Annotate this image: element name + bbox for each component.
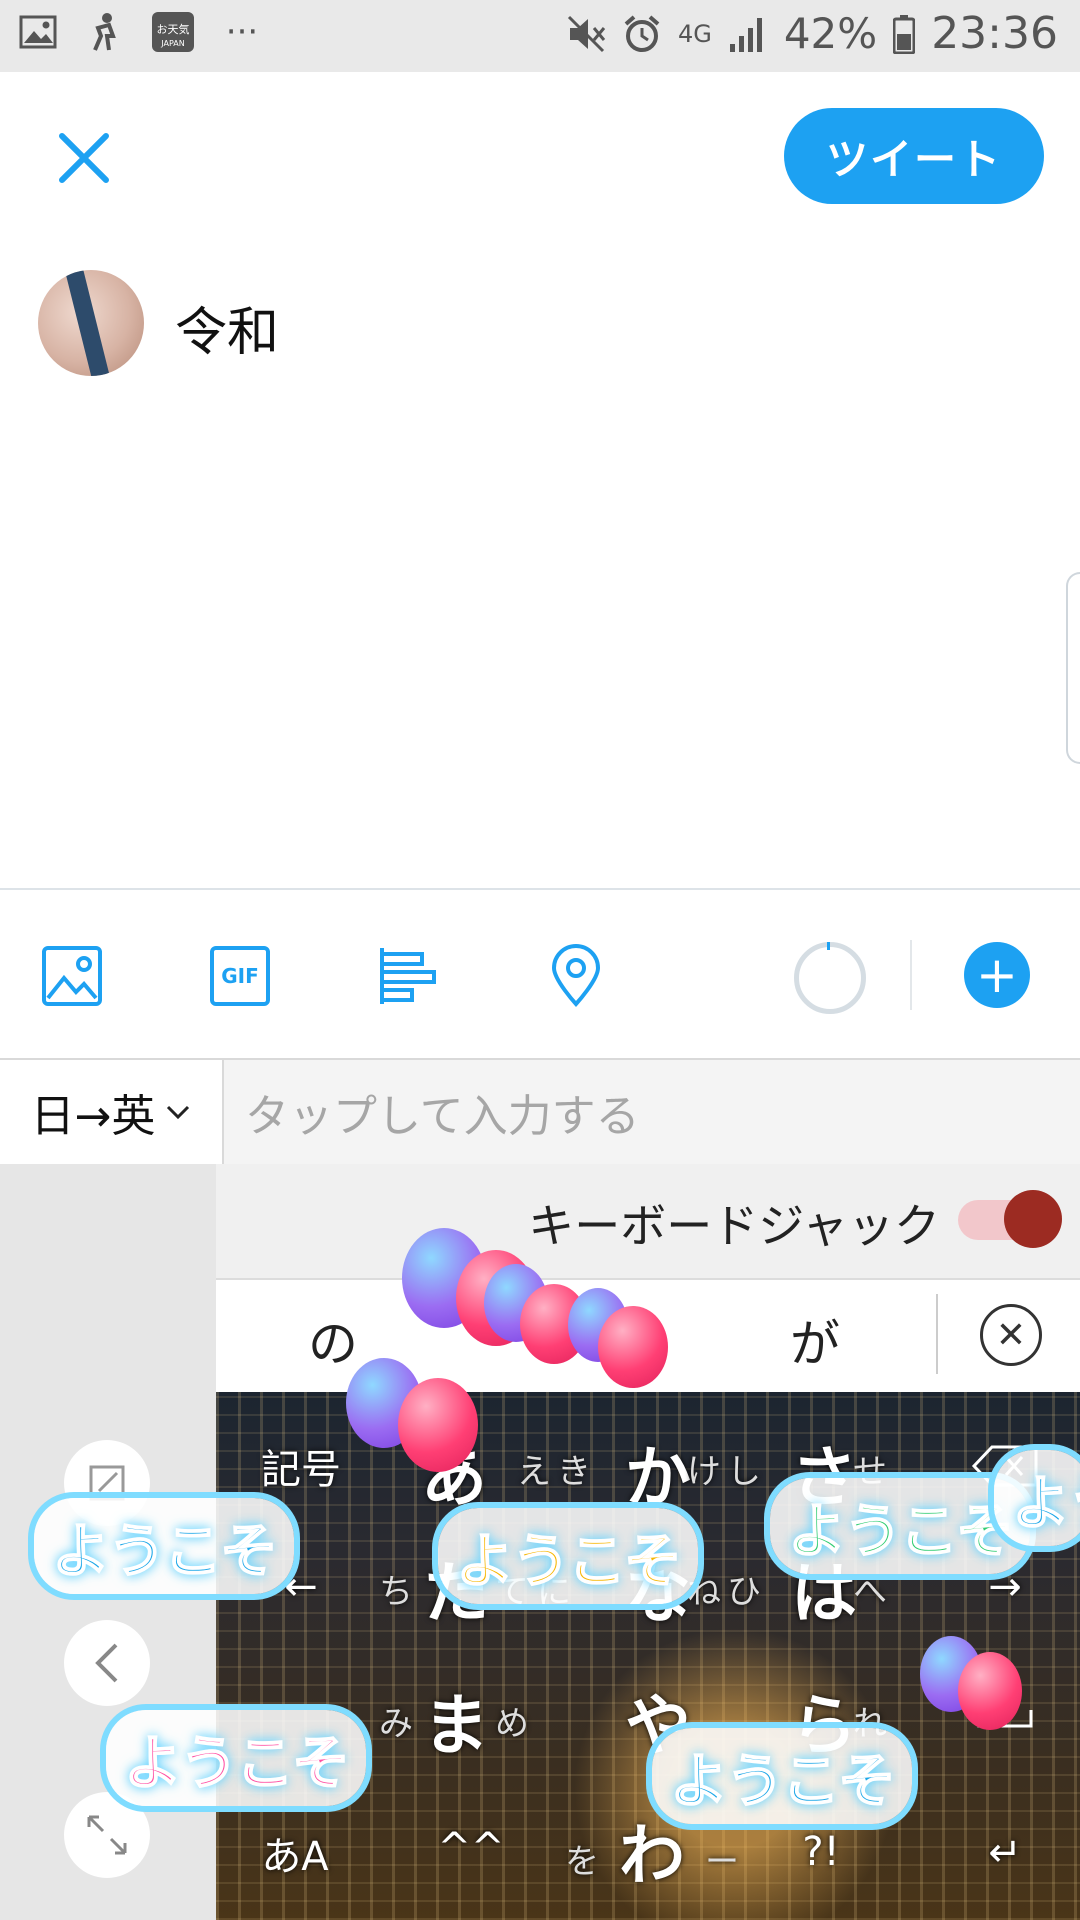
translation-input[interactable]: タップして入力する — [245, 1060, 640, 1164]
character-counter — [794, 942, 866, 1014]
key-label-mi: み — [379, 1703, 413, 1744]
toolbar-separator — [910, 940, 912, 1010]
language-label: 日→英 — [30, 1091, 156, 1142]
back-button[interactable] — [64, 1620, 150, 1706]
key-label-chi: ち — [379, 1571, 413, 1612]
image-icon — [42, 946, 102, 1006]
key-label-hi: ひ — [727, 1571, 761, 1612]
balloon-decoration — [958, 1652, 1022, 1730]
weather-japan-icon: お天気 JAPAN — [150, 12, 196, 52]
add-thread-button[interactable]: + — [964, 942, 1030, 1008]
svg-text:お天気: お天気 — [157, 22, 190, 36]
location-icon — [551, 944, 601, 1007]
gif-button[interactable]: GIF — [208, 944, 272, 1008]
edit-icon — [89, 1465, 125, 1501]
language-select[interactable]: 日→英 — [0, 1060, 224, 1164]
chevron-down-icon — [167, 1105, 190, 1120]
suggestion-separator — [936, 1294, 938, 1374]
status-bar: お天気 JAPAN ··· 4G 42% 23:36 — [0, 0, 1080, 72]
walking-icon — [84, 12, 124, 52]
suggestion-1[interactable]: の — [308, 1304, 358, 1376]
key-label-shi: し — [727, 1451, 761, 1492]
toggle-knob[interactable] — [1004, 1190, 1062, 1248]
enter-key[interactable]: ↵ — [960, 1818, 1050, 1888]
key-label-ki: き — [557, 1451, 591, 1492]
toolbar-divider — [0, 888, 1080, 890]
key-label-ke: け — [687, 1451, 721, 1492]
side-panel-handle[interactable] — [1066, 572, 1080, 764]
suggestion-2[interactable]: が — [790, 1304, 840, 1376]
key-dakuten[interactable]: ^^ — [426, 1818, 516, 1878]
alarm-icon — [624, 14, 660, 52]
welcome-sticker: ようこそ — [438, 1508, 699, 1604]
mute-icon — [567, 15, 606, 52]
keyboard-jack-bar: キーボードジャック — [216, 1164, 1080, 1280]
key-ma[interactable]: ま — [416, 1670, 496, 1770]
key-label-me: め — [495, 1703, 529, 1744]
poll-button[interactable] — [376, 944, 440, 1008]
welcome-sticker: ようこそ — [34, 1498, 295, 1594]
tweet-button[interactable]: ツイート — [784, 108, 1044, 204]
balloon-decoration — [398, 1378, 478, 1472]
battery-icon — [893, 14, 916, 54]
gallery-icon — [18, 12, 58, 52]
close-circle-icon: ✕ — [995, 1314, 1027, 1356]
location-button[interactable] — [544, 944, 608, 1008]
translation-bar: 日→英 タップして入力する — [0, 1058, 1080, 1166]
network-type: 4G — [677, 19, 712, 48]
poll-icon — [380, 948, 436, 1004]
keyboard-jack-label: キーボードジャック — [528, 1199, 940, 1253]
close-button[interactable] — [54, 128, 114, 188]
welcome-sticker: ようこそ — [770, 1478, 1031, 1574]
status-right: 4G 42% 23:36 — [566, 8, 1058, 59]
balloon-decoration — [598, 1306, 668, 1388]
key-label-he: へ — [853, 1571, 887, 1612]
key-punct[interactable]: ?! — [776, 1812, 866, 1892]
key-label-wo: を — [565, 1841, 599, 1882]
clear-suggestions-button[interactable]: ✕ — [980, 1304, 1042, 1366]
key-mode[interactable]: あA — [240, 1818, 350, 1888]
compose-text-area[interactable]: 令和 — [175, 290, 279, 365]
clock: 23:36 — [931, 8, 1058, 59]
close-icon — [59, 133, 109, 183]
battery-percent: 42% — [783, 9, 878, 58]
plus-icon: + — [976, 946, 1018, 1004]
key-label-long-vowel: ー — [705, 1841, 739, 1882]
expand-icon — [87, 1815, 127, 1855]
welcome-sticker: ようこそ — [106, 1710, 367, 1806]
avatar[interactable] — [38, 270, 144, 376]
svg-text:JAPAN: JAPAN — [160, 39, 184, 48]
key-label-e: え — [517, 1451, 551, 1492]
image-button[interactable] — [40, 944, 104, 1008]
key-symbols[interactable]: 記号 — [246, 1436, 356, 1496]
more-dots-icon: ··· — [225, 12, 259, 52]
signal-icon — [729, 17, 762, 52]
chevron-left-icon — [95, 1643, 118, 1683]
gif-label: GIF — [221, 964, 259, 988]
welcome-sticker: ようこそ — [994, 1450, 1080, 1546]
status-left-icons: お天気 JAPAN ··· — [18, 12, 262, 52]
welcome-sticker: ようこそ — [652, 1728, 913, 1824]
